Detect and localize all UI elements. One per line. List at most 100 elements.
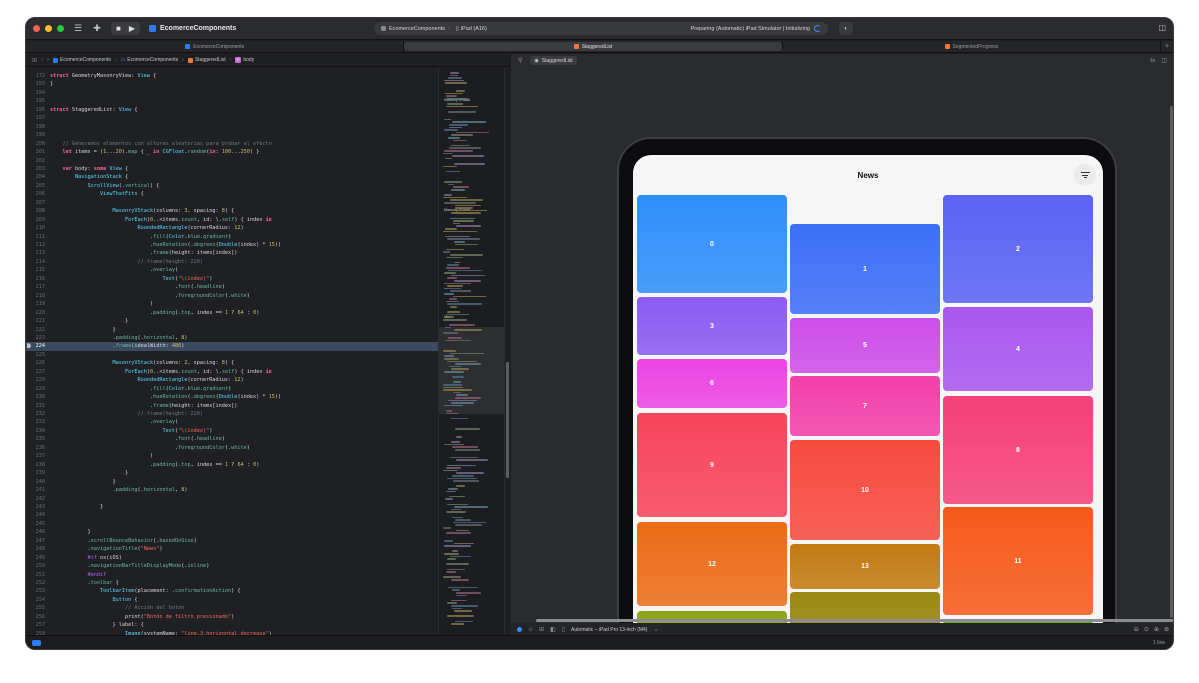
code-line[interactable]: 205 ScrollView(.vertical) { (26, 182, 438, 191)
line-number[interactable]: 254 (26, 596, 45, 605)
line-number[interactable]: 235 (26, 435, 45, 444)
preview-canvas[interactable]: ⚲ ◉ StaggeredList ⇆ ◫ News 0 1 2 3 4 5 6… (511, 54, 1173, 636)
code-line[interactable]: 251 #endif (26, 571, 438, 580)
line-number[interactable]: 230 (26, 393, 45, 402)
masonry-tile-4[interactable]: 4 (943, 307, 1093, 391)
code-line[interactable]: 238 .padding(.top, index == 1 ? 64 : 0) (26, 461, 438, 470)
selectable-mode-icon[interactable]: ⊹ (528, 626, 533, 633)
code-line[interactable]: 232 //.frame(height: 220) (26, 410, 438, 419)
chevron-down-icon[interactable]: ⌄ (653, 626, 658, 633)
masonry-tile-12[interactable]: 12 (637, 522, 787, 606)
add-library-icon[interactable]: ✚ (92, 23, 102, 34)
code-line[interactable]: 233 .overlay( (26, 418, 438, 427)
line-number[interactable]: 245 (26, 520, 45, 529)
code-editor[interactable]: 172 struct GeometryMasonryView: View {193… (26, 68, 438, 636)
line-number[interactable]: 221 (26, 317, 45, 326)
code-line[interactable]: 230 .hueRotation(.degrees(Double(index) … (26, 393, 438, 402)
live-preview-icon[interactable] (517, 627, 522, 632)
line-number[interactable]: 196 (26, 106, 45, 115)
code-line[interactable]: 237 ) (26, 452, 438, 461)
line-number[interactable]: 256 (26, 613, 45, 622)
masonry-tile-6[interactable]: 6 (637, 359, 787, 408)
line-number[interactable]: 205 (26, 182, 45, 191)
code-line[interactable]: 172 struct GeometryMasonryView: View { (26, 72, 438, 81)
line-number[interactable]: 223 (26, 334, 45, 343)
line-number[interactable]: 249 (26, 554, 45, 563)
line-number[interactable]: 208 (26, 207, 45, 216)
zoom-in-icon[interactable]: ⊕ (1154, 626, 1159, 633)
code-line[interactable]: 239 } (26, 469, 438, 478)
code-line[interactable]: 236 .foregroundColor(.white) (26, 444, 438, 453)
line-number[interactable]: 242 (26, 495, 45, 504)
line-number[interactable]: 210 (26, 224, 45, 233)
masonry-tile-11[interactable]: 11 (943, 507, 1093, 615)
breadcrumb-file[interactable]: StaggeredList (187, 57, 226, 63)
line-number[interactable]: 243 (26, 503, 45, 512)
line-number[interactable]: 195 (26, 97, 45, 106)
zoom-window-button[interactable] (57, 25, 64, 32)
code-line[interactable]: 245 (26, 520, 438, 529)
code-line[interactable]: 248 .navigationTitle("News") (26, 545, 438, 554)
code-line[interactable]: 211 .fill(Color.blue.gradient) (26, 233, 438, 242)
code-line[interactable]: 216 Text("\(index)") (26, 275, 438, 284)
run-icon[interactable]: ▶ (129, 24, 135, 33)
line-number[interactable]: 255 (26, 604, 45, 613)
line-number[interactable]: 234 (26, 427, 45, 436)
masonry-tile-7[interactable]: 7 (790, 376, 940, 436)
masonry-tile-1[interactable]: 1 (790, 224, 940, 314)
breadcrumb-project[interactable]: EcomerceComponents (53, 57, 111, 63)
code-line[interactable]: 200 // Generamos elementos con alturas a… (26, 140, 438, 149)
line-number[interactable]: 204 (26, 173, 45, 182)
line-number[interactable]: 200 (26, 140, 45, 149)
code-line[interactable]: 225 (26, 351, 438, 360)
code-line[interactable]: 197 (26, 114, 438, 123)
code-line[interactable]: 227 ForEach(0..<items.count, id: \.self)… (26, 368, 438, 377)
code-line[interactable]: 219 ) (26, 300, 438, 309)
code-line[interactable]: 224 .frame(idealWidth: 480) (26, 342, 438, 351)
back-icon[interactable]: ‹ (41, 57, 43, 63)
zoom-out-icon[interactable]: ⊖ (1134, 626, 1139, 633)
line-number[interactable]: 225 (26, 351, 45, 360)
code-line[interactable]: 234 Text("\(index)") (26, 427, 438, 436)
breadcrumb-symbol[interactable]: P body (235, 57, 254, 63)
code-line[interactable]: 243 } (26, 503, 438, 512)
refresh-icon[interactable]: ⇆ (1150, 57, 1155, 64)
code-line[interactable]: 201 let items = (1...20).map { _ in CGFl… (26, 148, 438, 157)
line-number[interactable]: 198 (26, 123, 45, 132)
navigator-toggle-icon[interactable]: ☰ (73, 23, 83, 34)
code-line[interactable]: 255 // Acción del botón (26, 604, 438, 613)
masonry-tile-9[interactable]: 9 (637, 413, 787, 517)
line-number[interactable]: 257 (26, 621, 45, 630)
code-line[interactable]: 222 } (26, 326, 438, 335)
masonry-tile-3[interactable]: 3 (637, 297, 787, 355)
pin-icon[interactable]: ⚲ (518, 57, 522, 64)
line-number[interactable]: 207 (26, 199, 45, 208)
add-tab-icon[interactable]: + (1161, 41, 1173, 52)
zoom-fit-icon[interactable]: ⊙ (1144, 626, 1149, 633)
line-number[interactable]: 247 (26, 537, 45, 546)
code-line[interactable]: 195 (26, 97, 438, 106)
code-line[interactable]: 218 .foregroundColor(.white) (26, 292, 438, 301)
editor-scrollbar-thumb[interactable] (506, 362, 509, 478)
project-title[interactable]: EcomerceComponents (149, 25, 236, 32)
code-line[interactable]: 250 .navigationBarTitleDisplayMode(.inli… (26, 562, 438, 571)
code-line[interactable]: 215 .overlay( (26, 266, 438, 275)
device-selector[interactable]: Automatic – iPad Pro 13-inch (M4) (571, 627, 647, 633)
line-number[interactable]: 214 (26, 258, 45, 267)
zoom-actual-icon[interactable]: ⊛ (1164, 626, 1169, 633)
line-number[interactable]: 232 (26, 410, 45, 419)
tab-ecomercecomponents[interactable]: EcomerceComponents (26, 41, 405, 52)
code-line[interactable]: 196 struct StaggeredList: View { (26, 106, 438, 115)
line-number[interactable]: 203 (26, 165, 45, 174)
code-line[interactable]: 231 .frame(height: items[index]) (26, 402, 438, 411)
line-number[interactable]: 211 (26, 233, 45, 242)
masonry-tile-8[interactable]: 8 (943, 396, 1093, 504)
code-line[interactable]: 217 .font(.headline) (26, 283, 438, 292)
variants-icon[interactable]: ⊞ (539, 626, 544, 633)
code-line[interactable]: 194 (26, 89, 438, 98)
code-line[interactable]: 256 print("Botón de filtro presionado") (26, 613, 438, 622)
code-line[interactable]: 229 .fill(Color.blue.gradient) (26, 385, 438, 394)
code-line[interactable]: 228 RoundedRectangle(cornerRadius: 12) (26, 376, 438, 385)
code-line[interactable]: 199 (26, 131, 438, 140)
line-number[interactable]: 197 (26, 114, 45, 123)
